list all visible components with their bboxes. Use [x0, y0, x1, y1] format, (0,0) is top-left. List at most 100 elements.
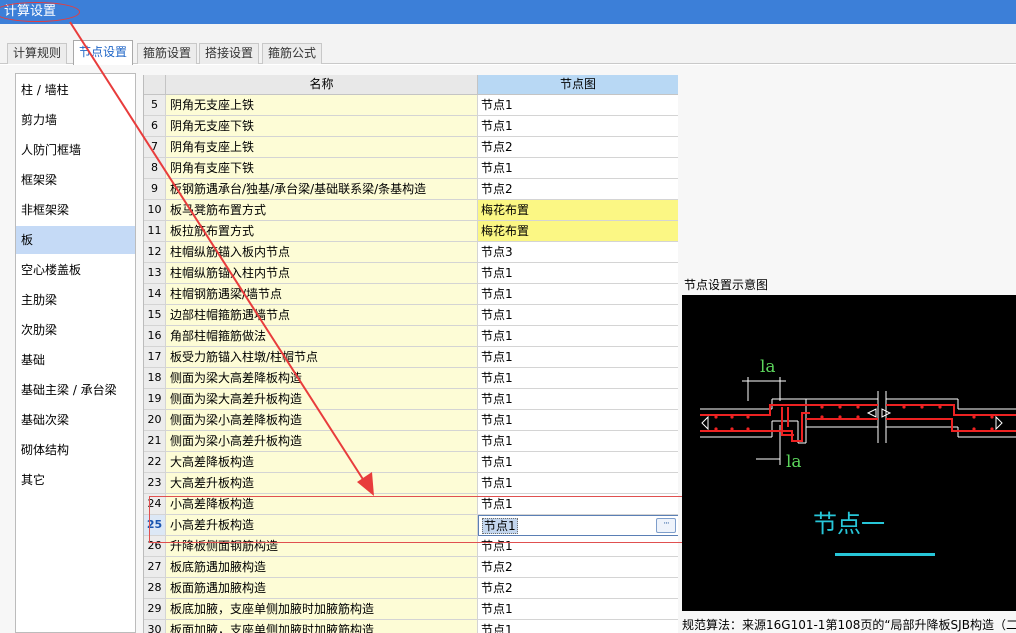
setting-name-cell: 板面筋遇加腋构造	[166, 578, 478, 599]
grid-header: 名称 节点图	[144, 75, 678, 95]
sidebar-item-foundation-main-beam[interactable]: 基础主梁 / 承台梁	[16, 376, 135, 404]
sidebar-item-foundation-secondary-beam[interactable]: 基础次梁	[16, 406, 135, 434]
table-row[interactable]: 29 板底加腋，支座单侧加腋时加腋筋构造 节点1	[144, 599, 678, 620]
table-row[interactable]: 23 大高差升板构造 节点1	[144, 473, 678, 494]
table-row[interactable]: 21 侧面为梁小高差升板构造 节点1	[144, 431, 678, 452]
sidebar-item-main-rib-beam[interactable]: 主肋梁	[16, 286, 135, 314]
column-header-node[interactable]: 节点图	[478, 75, 678, 95]
setting-name-cell: 侧面为梁小高差升板构造	[166, 431, 478, 452]
node-value-cell[interactable]: 节点1	[478, 599, 678, 620]
table-row[interactable]: 13 柱帽纵筋锚入柱内节点 节点1	[144, 263, 678, 284]
row-number: 19	[144, 389, 166, 410]
node-value-cell[interactable]: 节点1	[478, 620, 678, 633]
node-value-cell[interactable]: 节点1	[478, 410, 678, 431]
preview-label: 节点设置示意图	[684, 278, 769, 292]
table-row[interactable]: 26 升降板侧面钢筋构造 节点1	[144, 536, 678, 557]
setting-name-cell: 侧面为梁小高差降板构造	[166, 410, 478, 431]
table-row[interactable]: 11 板拉筋布置方式 梅花布置	[144, 221, 678, 242]
column-header-name[interactable]: 名称	[166, 75, 478, 95]
node-value-cell[interactable]: 节点2	[478, 557, 678, 578]
node-value-cell[interactable]: 节点3	[478, 242, 678, 263]
row-number-header	[144, 75, 166, 95]
sidebar-item-other[interactable]: 其它	[16, 466, 135, 494]
table-row[interactable]: 16 角部柱帽箍筋做法 节点1	[144, 326, 678, 347]
category-sidebar: 柱 / 墙柱 剪力墙 人防门框墙 框架梁 非框架梁 板 空心楼盖板 主肋梁 次肋…	[15, 73, 136, 633]
browse-node-button[interactable]: ···	[656, 518, 676, 533]
table-row[interactable]: 24 小高差降板构造 节点1	[144, 494, 678, 515]
node-value-cell[interactable]: 节点1	[478, 158, 678, 179]
table-row[interactable]: 10 板马凳筋布置方式 梅花布置	[144, 200, 678, 221]
setting-name-cell: 大高差降板构造	[166, 452, 478, 473]
sidebar-item-shear-wall[interactable]: 剪力墙	[16, 106, 135, 134]
tab-calc-rules[interactable]: 计算规则	[7, 43, 68, 64]
table-row[interactable]: 9 板钢筋遇承台/独基/承台梁/基础联系梁/条基构造 节点2	[144, 179, 678, 200]
row-number: 12	[144, 242, 166, 263]
node-value-cell[interactable]: 节点1	[478, 389, 678, 410]
table-row[interactable]: 18 侧面为梁大高差降板构造 节点1	[144, 368, 678, 389]
tab-lap-settings[interactable]: 搭接设置	[199, 43, 260, 64]
node-value-cell[interactable]: 节点1	[478, 284, 678, 305]
table-row[interactable]: 30 板面加腋，支座单侧加腋时加腋筋构造 节点1	[144, 620, 678, 633]
table-row[interactable]: 17 板受力筋锚入柱墩/柱帽节点 节点1	[144, 347, 678, 368]
setting-name-cell: 板底筋遇加腋构造	[166, 557, 478, 578]
node-value-cell[interactable]: 梅花布置	[478, 200, 678, 221]
node-value-cell[interactable]: 节点2	[478, 578, 678, 599]
node-value-cell[interactable]: 节点1	[478, 116, 678, 137]
node-value-cell[interactable]: 节点1	[478, 473, 678, 494]
table-row[interactable]: 14 柱帽钢筋遇梁/墙节点 节点1	[144, 284, 678, 305]
node-value-cell[interactable]: 节点1	[478, 368, 678, 389]
node-value-cell[interactable]: 节点1	[478, 431, 678, 452]
node-value-cell[interactable]: 节点1	[478, 305, 678, 326]
row-number: 11	[144, 221, 166, 242]
node-value-cell[interactable]: 节点1	[478, 326, 678, 347]
table-row[interactable]: 28 板面筋遇加腋构造 节点2	[144, 578, 678, 599]
row-number: 23	[144, 473, 166, 494]
sidebar-item-secondary-rib-beam[interactable]: 次肋梁	[16, 316, 135, 344]
node-value-cell[interactable]: 节点1	[478, 494, 678, 515]
table-row[interactable]: 19 侧面为梁大高差升板构造 节点1	[144, 389, 678, 410]
tab-stirrup-formula[interactable]: 箍筋公式	[262, 43, 323, 64]
node-value-cell[interactable]: 节点2	[478, 179, 678, 200]
node-value-cell[interactable]: 节点1	[478, 95, 678, 116]
title-annotation-ellipse	[0, 2, 80, 22]
table-row[interactable]: 6 阴角无支座下铁 节点1	[144, 116, 678, 137]
setting-name-cell: 边部柱帽箍筋遇墙节点	[166, 305, 478, 326]
table-row[interactable]: 5 阴角无支座上铁 节点1	[144, 95, 678, 116]
sidebar-item-slab[interactable]: 板	[16, 226, 135, 254]
table-row[interactable]: 22 大高差降板构造 节点1	[144, 452, 678, 473]
table-row[interactable]: 15 边部柱帽箍筋遇墙节点 节点1	[144, 305, 678, 326]
node-value-cell[interactable]: 节点2	[478, 137, 678, 158]
table-row[interactable]: 27 板底筋遇加腋构造 节点2	[144, 557, 678, 578]
node-value-cell[interactable]: 节点1 ···	[478, 515, 678, 536]
table-row[interactable]: 12 柱帽纵筋锚入板内节点 节点3	[144, 242, 678, 263]
node-value-cell[interactable]: 梅花布置	[478, 221, 678, 242]
tab-node-settings[interactable]: 节点设置	[73, 40, 134, 65]
table-row[interactable]: 8 阴角有支座下铁 节点1	[144, 158, 678, 179]
node-value-cell[interactable]: 节点1	[478, 452, 678, 473]
sidebar-item-non-frame-beam[interactable]: 非框架梁	[16, 196, 135, 224]
node-value-cell[interactable]: 节点1	[478, 347, 678, 368]
row-number: 24	[144, 494, 166, 515]
table-row[interactable]: 7 阴角有支座上铁 节点2	[144, 137, 678, 158]
table-row[interactable]: 20 侧面为梁小高差降板构造 节点1	[144, 410, 678, 431]
setting-name-cell: 角部柱帽箍筋做法	[166, 326, 478, 347]
node-value-cell[interactable]: 节点1	[478, 263, 678, 284]
table-row[interactable]: 25 小高差升板构造 节点1 ···	[144, 515, 678, 536]
row-number: 26	[144, 536, 166, 557]
node-diagram-preview: la la 节点一	[682, 295, 1016, 611]
sidebar-item-masonry[interactable]: 砌体结构	[16, 436, 135, 464]
sidebar-item-hollow-floor-slab[interactable]: 空心楼盖板	[16, 256, 135, 284]
sidebar-item-civil-defense-door-wall[interactable]: 人防门框墙	[16, 136, 135, 164]
sidebar-item-frame-beam[interactable]: 框架梁	[16, 166, 135, 194]
setting-name-cell: 侧面为梁大高差升板构造	[166, 389, 478, 410]
row-number: 10	[144, 200, 166, 221]
node-diagram	[700, 377, 1016, 465]
tab-stirrup-settings[interactable]: 箍筋设置	[137, 43, 198, 64]
row-number: 25	[144, 515, 166, 536]
node-value-cell[interactable]: 节点1	[478, 536, 678, 557]
sidebar-item-foundation[interactable]: 基础	[16, 346, 135, 374]
sidebar-item-column[interactable]: 柱 / 墙柱	[16, 76, 135, 104]
setting-name-cell: 柱帽钢筋遇梁/墙节点	[166, 284, 478, 305]
row-number: 15	[144, 305, 166, 326]
node-value-text[interactable]: 节点1	[482, 518, 518, 534]
